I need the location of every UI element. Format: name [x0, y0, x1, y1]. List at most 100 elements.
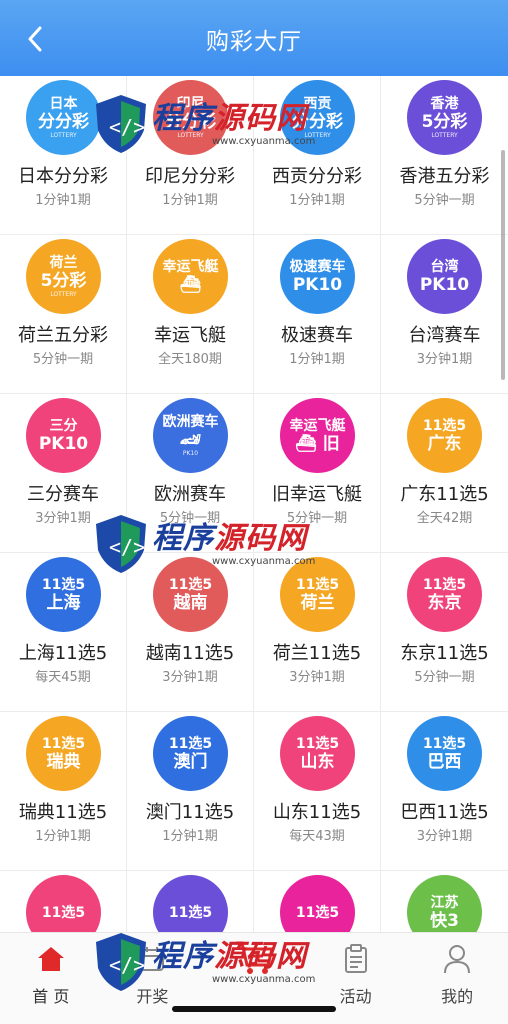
logo-line-2: 快3 [430, 910, 459, 931]
logo-line-3: PK10 [182, 449, 199, 457]
game-period: 5分钟一期 [414, 193, 475, 208]
game-name: 东京11选5 [400, 643, 489, 664]
logo-line-1: 极速赛车 [289, 258, 346, 275]
lottery-game-card[interactable]: 荷兰 5分彩 LOTTERY 荷兰五分彩 5分钟一期 [0, 235, 127, 394]
logo-line-1: 11选5 [41, 576, 86, 593]
lottery-game-card[interactable]: 西贡 分分彩 LOTTERY 西贡分分彩 1分钟1期 [254, 76, 381, 235]
lottery-game-card[interactable]: 香港 5分彩 LOTTERY 香港五分彩 5分钟一期 [381, 76, 508, 235]
lottery-game-card[interactable]: 三分 PK10 三分赛车 3分钟1期 [0, 394, 127, 553]
home-indicator [172, 1006, 336, 1012]
logo-line-2: 5分彩 [40, 270, 87, 291]
game-name: 荷兰五分彩 [18, 325, 108, 346]
lottery-game-grid: 日本 分分彩 LOTTERY 日本分分彩 1分钟1期 印尼 分分彩 LOTTER… [0, 76, 508, 932]
logo-line-1: 荷兰 [49, 254, 78, 271]
lottery-game-card[interactable]: 极速赛车 PK10 极速赛车 1分钟1期 [254, 235, 381, 394]
lottery-game-card[interactable]: 台湾 PK10 台湾赛车 3分钟1期 [381, 235, 508, 394]
lottery-game-card[interactable]: 11选5 瑞典 瑞典11选5 1分钟1期 [0, 712, 127, 871]
logo-line-1: 日本 [49, 95, 78, 112]
logo-line-1: 11选5 [168, 576, 213, 593]
logo-line-2: 分分彩 [165, 111, 216, 132]
page-title: 购彩大厅 [206, 29, 302, 55]
tab-label: 开奖 [136, 987, 169, 1006]
logo-line-1: 幸运飞艇 [162, 258, 219, 275]
lottery-game-card[interactable]: 11选5 [0, 871, 127, 932]
logo-line-3: LOTTERY [50, 131, 77, 139]
logo-line-2: 山东 [300, 751, 335, 772]
logo-line-1: 11选5 [422, 576, 467, 593]
logo-line-3: LOTTERY [431, 131, 458, 139]
game-name: 欧洲赛车 [154, 484, 226, 505]
clipboard-icon [340, 943, 372, 975]
game-logo-icon: 11选5 山东 [280, 716, 355, 791]
logo-line-2: 🏎 [179, 429, 202, 450]
lottery-game-card[interactable]: 幸运飞艇 ⛴ 旧 旧幸运飞艇 5分钟一期 [254, 394, 381, 553]
logo-line-1: 幸运飞艇 [289, 417, 346, 434]
logo-line-1: 欧洲赛车 [162, 413, 219, 430]
game-logo-icon: 11选5 [26, 875, 101, 932]
logo-line-2: 东京 [427, 592, 462, 613]
home-icon [35, 943, 67, 975]
game-logo-icon: 香港 5分彩 LOTTERY [407, 80, 482, 155]
game-logo-icon: 幸运飞艇 ⛴ [153, 239, 228, 314]
game-logo-icon: 11选5 东京 [407, 557, 482, 632]
lottery-game-card[interactable]: 11选5 东京 东京11选5 5分钟一期 [381, 553, 508, 712]
logo-line-2: PK10 [38, 433, 89, 454]
game-logo-icon: 荷兰 5分彩 LOTTERY [26, 239, 101, 314]
game-name: 台湾赛车 [408, 325, 481, 346]
game-name: 澳门11选5 [145, 802, 235, 823]
game-name: 巴西11选5 [400, 802, 489, 823]
lottery-game-card[interactable]: 印尼 分分彩 LOTTERY 印尼分分彩 1分钟1期 [127, 76, 254, 235]
game-period: 1分钟1期 [35, 193, 91, 208]
scrollbar[interactable] [501, 150, 505, 380]
game-period: 3分钟1期 [289, 670, 345, 685]
logo-line-2: 上海 [46, 592, 81, 613]
game-logo-icon: 欧洲赛车 🏎 PK10 [153, 398, 228, 473]
calendar-icon [136, 943, 168, 975]
game-logo-icon: 11选5 上海 [26, 557, 101, 632]
logo-line-1: 三分 [49, 417, 78, 434]
logo-line-1: 西贡 [303, 95, 332, 112]
logo-line-2: 分分彩 [38, 111, 89, 132]
logo-line-3: LOTTERY [177, 131, 204, 139]
lottery-game-card[interactable]: 11选5 巴西 巴西11选5 3分钟1期 [381, 712, 508, 871]
lottery-game-card[interactable]: 日本 分分彩 LOTTERY 日本分分彩 1分钟1期 [0, 76, 127, 235]
tab-item[interactable]: 我的 [406, 933, 508, 1024]
lottery-game-card[interactable]: 11选5 荷兰 荷兰11选5 3分钟1期 [254, 553, 381, 712]
game-name: 山东11选5 [272, 802, 362, 823]
game-period: 3分钟1期 [35, 511, 91, 526]
lottery-game-card[interactable]: 江苏 快3 [381, 871, 508, 932]
lottery-game-card[interactable]: 欧洲赛车 🏎 PK10 欧洲赛车 5分钟一期 [127, 394, 254, 553]
game-name: 西贡分分彩 [272, 166, 362, 187]
tab-label: 活动 [339, 987, 372, 1006]
game-logo-icon: 极速赛车 PK10 [280, 239, 355, 314]
game-period: 3分钟1期 [162, 670, 218, 685]
lottery-game-card[interactable]: 幸运飞艇 ⛴ 幸运飞艇 全天180期 [127, 235, 254, 394]
tab-item[interactable]: 首 页 [0, 933, 102, 1024]
game-logo-icon: 印尼 分分彩 LOTTERY [153, 80, 228, 155]
lottery-game-card[interactable]: 11选5 [127, 871, 254, 932]
lottery-game-card[interactable]: 11选5 澳门 澳门11选5 1分钟1期 [127, 712, 254, 871]
game-logo-icon: 11选5 荷兰 [280, 557, 355, 632]
logo-line-1: 11选5 [168, 904, 213, 921]
game-period: 每天45期 [35, 670, 91, 685]
game-name: 香港五分彩 [399, 166, 490, 187]
game-logo-icon: 台湾 PK10 [407, 239, 482, 314]
lottery-game-card[interactable]: 11选5 上海 上海11选5 每天45期 [0, 553, 127, 712]
logo-line-1: 香港 [430, 95, 459, 112]
lottery-game-card[interactable]: 11选5 [254, 871, 381, 932]
lottery-game-card[interactable]: 11选5 广东 广东11选5 全天42期 [381, 394, 508, 553]
game-period: 1分钟1期 [289, 352, 345, 367]
logo-line-2: 越南 [173, 592, 208, 613]
user-icon [441, 943, 473, 975]
logo-line-1: 11选5 [295, 576, 340, 593]
logo-line-2: PK10 [419, 274, 470, 295]
lottery-game-card[interactable]: 11选5 越南 越南11选5 3分钟1期 [127, 553, 254, 712]
game-name: 日本分分彩 [18, 166, 108, 187]
logo-line-1: 11选5 [422, 735, 467, 752]
lottery-game-card[interactable]: 11选5 山东 山东11选5 每天43期 [254, 712, 381, 871]
game-period: 5分钟一期 [414, 670, 475, 685]
game-name: 幸运飞艇 [154, 325, 226, 346]
logo-line-1: 11选5 [295, 904, 340, 921]
game-period: 1分钟1期 [289, 193, 345, 208]
game-name: 印尼分分彩 [145, 166, 235, 187]
